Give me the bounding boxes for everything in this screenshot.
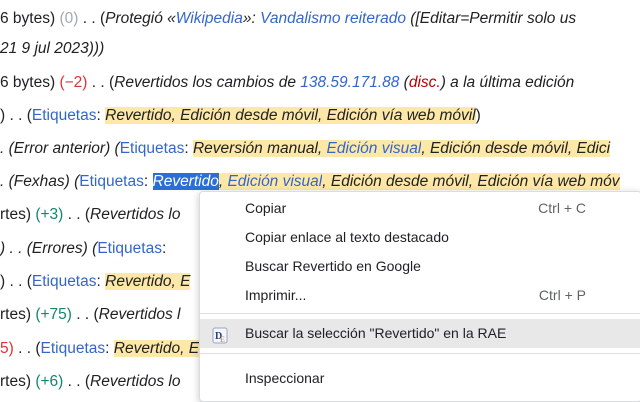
diff-size: 5)	[0, 340, 14, 357]
tag-edicion-visual[interactable]: Edición visual	[326, 140, 422, 157]
separator-text: ) . . (	[0, 273, 32, 290]
summary-text: ([Editar=Permitir solo us	[405, 10, 577, 27]
diff-size: (+3)	[35, 206, 64, 223]
separator-text: . . (	[13, 340, 41, 357]
byte-size: 6 bytes)	[0, 10, 56, 27]
tag-revertido: Revertido	[113, 340, 181, 357]
menu-item-label: Inspeccionar	[245, 370, 325, 386]
diff-size: (+6)	[35, 373, 64, 390]
tags-link[interactable]: Etiquetas	[120, 140, 185, 157]
separator-text: :	[105, 340, 114, 357]
summary-text: . (Error anterior) (	[0, 140, 120, 157]
menu-item-print[interactable]: Imprimir... Ctrl + P	[200, 281, 640, 310]
summary-text: . (Fexhas) (	[0, 173, 80, 190]
diff-size: (+75)	[35, 306, 72, 323]
menu-item-label: Imprimir...	[245, 287, 307, 303]
talk-link[interactable]: disc.	[409, 74, 441, 91]
diff-size: (0)	[59, 10, 79, 27]
summary-text: (	[399, 74, 409, 91]
separator-text: . . (	[78, 10, 106, 27]
menu-item-shortcut: Ctrl + P	[538, 287, 586, 303]
menu-item-copy-link-to-highlight[interactable]: Copiar enlace al texto destacado	[200, 223, 640, 252]
menu-item-search-google[interactable]: Buscar Revertido en Google	[200, 252, 640, 281]
menu-item-shortcut: Ctrl + C	[538, 200, 586, 216]
tag-reversion-manual: Reversión manual	[192, 140, 318, 157]
tag-edicion-visual[interactable]: Edición visual	[227, 173, 323, 190]
user-link[interactable]: 138.59.171.88	[300, 74, 399, 91]
tag-edicion-desde-movil: Edición desde móvil	[330, 173, 469, 190]
tag-edicion-via-web-movil: Edición vía web móvil	[326, 107, 476, 124]
history-row-continuation: 21 9 jul 2023)))	[0, 37, 640, 61]
context-menu: Copiar Ctrl + C Copiar enlace al texto d…	[199, 191, 640, 402]
tag-edicion-truncated: Edici	[576, 140, 611, 157]
history-row: 6 bytes) (−2) . . (Revertidos los cambio…	[0, 71, 640, 95]
summary-text: Revertidos lo	[90, 206, 181, 223]
tag-revertido: Revertido	[105, 273, 172, 290]
separator-text: )	[475, 107, 481, 124]
menu-separator	[200, 313, 640, 314]
summary-text: Revertidos lo	[90, 373, 181, 390]
tag-edicion-desde-movil: Edición desde móvil	[180, 107, 318, 124]
separator-text: . . (	[63, 206, 91, 223]
tags-link[interactable]: Etiquetas	[79, 173, 144, 190]
summary-text: Revertidos los cambios de	[114, 74, 301, 91]
separator-text: :	[161, 240, 167, 257]
separator-text: ) . . (	[0, 107, 32, 124]
separator-text: . . (	[63, 373, 91, 390]
tag-edicion-via-web-movil: Edición vía web móv	[477, 173, 620, 190]
separator-text: :	[143, 173, 153, 190]
tags-link[interactable]: Etiquetas	[32, 107, 97, 124]
separator-text: . . (	[71, 306, 99, 323]
menu-item-label: Copiar	[245, 200, 287, 216]
summary-text: ) a la última edición	[440, 74, 575, 91]
menu-item-copy[interactable]: Copiar Ctrl + C	[200, 194, 640, 223]
tag-truncated: E	[188, 340, 200, 357]
history-row: 6 bytes) (0) . . (Protegió «Wikipedia»: …	[0, 7, 640, 31]
menu-item-search-rae[interactable]: D E Buscar la selección "Revertido" en l…	[200, 319, 640, 348]
svg-text:E: E	[220, 335, 225, 344]
menu-item-label: Buscar Revertido en Google	[245, 258, 421, 274]
tag-revertido: Revertido	[105, 107, 172, 124]
diff-size: (−2)	[59, 74, 88, 91]
separator-text: :	[184, 140, 193, 157]
summary-text: Revertidos l	[98, 306, 181, 323]
summary-text: »:	[242, 10, 261, 27]
byte-size: rtes)	[0, 306, 31, 323]
summary-text: ) . . (Errores) (	[0, 240, 98, 257]
summary-text: Protegió «	[105, 10, 176, 27]
tag-edicion-desde-movil: Edición desde móvil	[429, 140, 568, 157]
history-row: ) . . (Etiquetas: Revertido, Edición des…	[0, 107, 481, 124]
summary-link[interactable]: Wikipedia	[176, 10, 243, 27]
menu-separator	[200, 353, 640, 354]
byte-size: rtes)	[0, 206, 31, 223]
separator-text: :	[96, 273, 106, 290]
tags-link[interactable]: Etiquetas	[41, 340, 106, 357]
separator-text: :	[96, 107, 106, 124]
tags-link[interactable]: Etiquetas	[97, 240, 162, 257]
menu-item-inspect[interactable]: Inspeccionar	[200, 364, 640, 393]
byte-size: rtes)	[0, 373, 31, 390]
rae-extension-icon: D E	[212, 325, 228, 344]
selected-text-revertido[interactable]: Revertido	[152, 173, 219, 190]
history-row: . (Error anterior) (Etiquetas: Reversión…	[0, 140, 611, 157]
summary-text: 21 9 jul 2023)))	[0, 40, 105, 57]
menu-item-label: Buscar la selección "Revertido" en la RA…	[245, 325, 507, 341]
byte-size: 6 bytes)	[0, 74, 56, 91]
separator-text: . . (	[87, 74, 115, 91]
menu-item-label: Copiar enlace al texto destacado	[245, 229, 449, 245]
tag-truncated: E	[180, 273, 191, 290]
summary-link[interactable]: Vandalismo reiterado	[260, 10, 406, 27]
tags-link[interactable]: Etiquetas	[32, 273, 97, 290]
